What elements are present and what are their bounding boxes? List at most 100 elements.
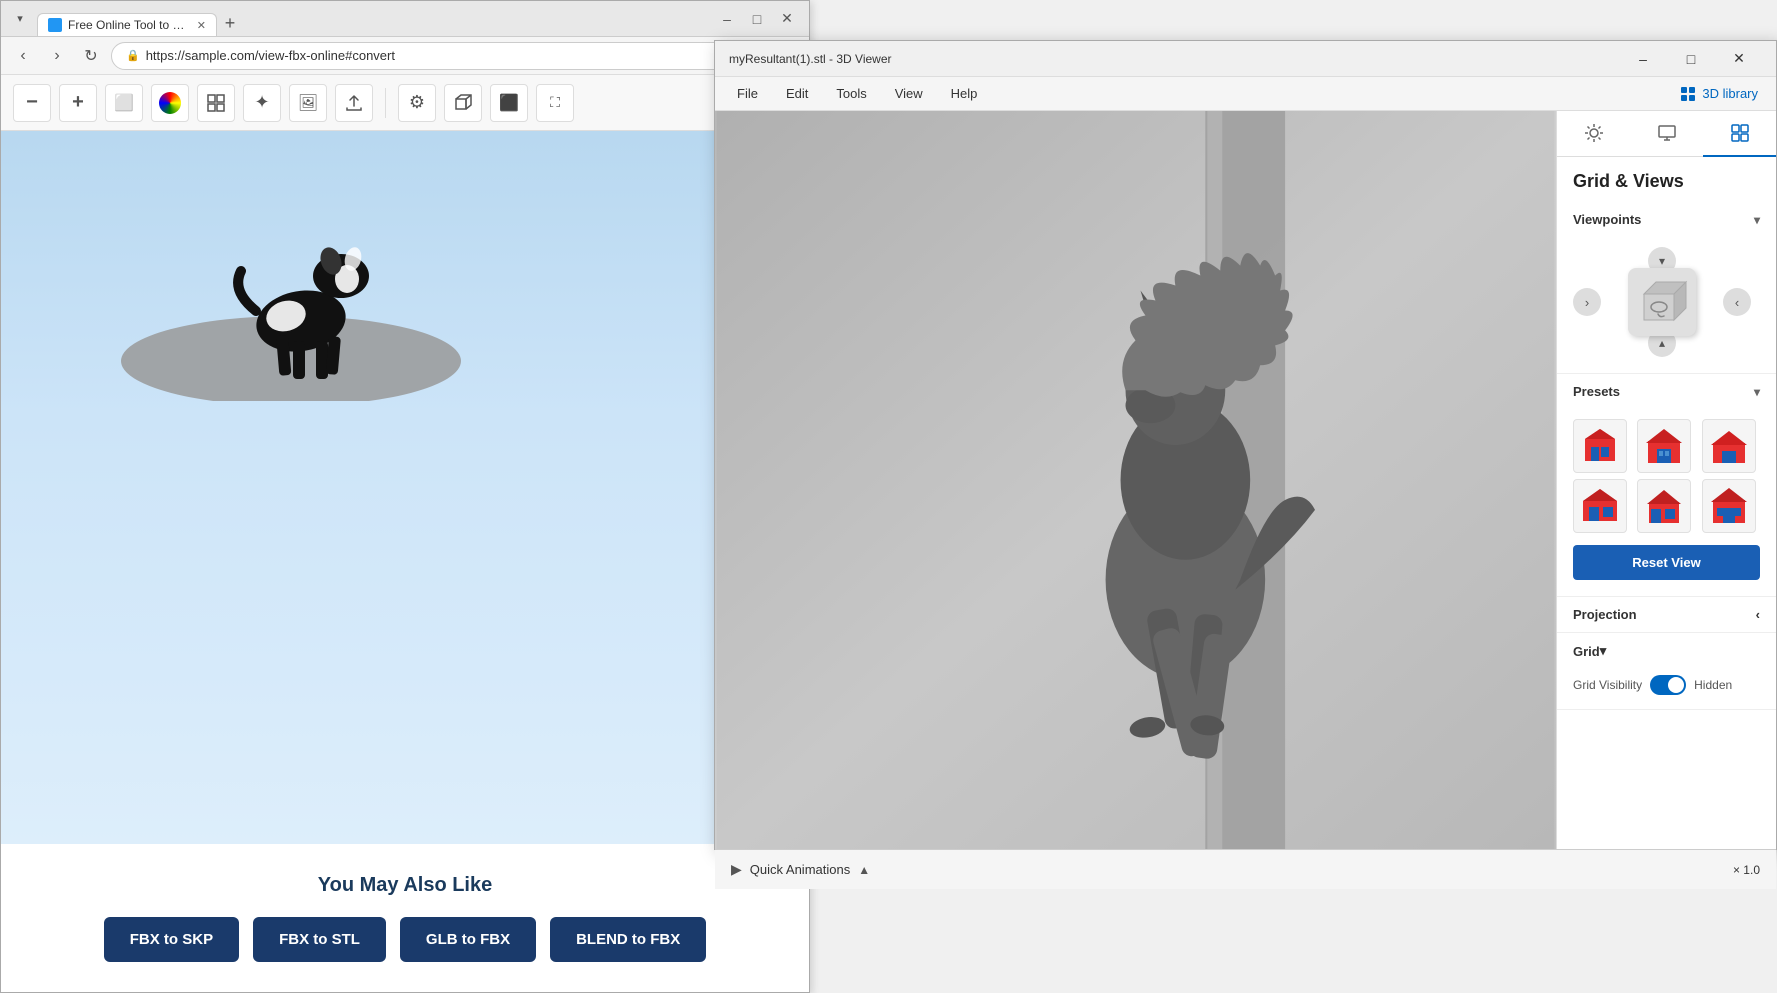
settings-btn[interactable]: ⚙ bbox=[398, 84, 436, 122]
preset-house-3-svg bbox=[1708, 425, 1750, 467]
menu-view[interactable]: View bbox=[883, 82, 935, 105]
scene-canvas[interactable] bbox=[1, 131, 809, 844]
address-text: https://sample.com/view-fbx-online#conve… bbox=[146, 48, 395, 63]
projection-header[interactable]: Projection ‹ bbox=[1557, 597, 1776, 632]
presets-chevron: ▾ bbox=[1754, 385, 1760, 399]
preset-item-1[interactable] bbox=[1573, 419, 1627, 473]
browser-tab-area: Free Online Tool to View 3D F8... ✕ + bbox=[37, 1, 707, 36]
viewpoints-label: Viewpoints bbox=[1573, 212, 1641, 227]
address-bar[interactable]: 🔒 https://sample.com/view-fbx-online#con… bbox=[111, 42, 801, 70]
quick-animations-icon: ▶ bbox=[731, 861, 742, 878]
viewpoints-chevron: ▾ bbox=[1754, 213, 1760, 227]
browser-window: ▾ Free Online Tool to View 3D F8... ✕ + … bbox=[0, 0, 810, 993]
lock-icon: 🔒 bbox=[126, 49, 140, 62]
menu-tools[interactable]: Tools bbox=[824, 82, 878, 105]
viewer-titlebar: myResultant(1).stl - 3D Viewer – □ ✕ bbox=[715, 41, 1776, 77]
projection-label: Projection bbox=[1573, 607, 1637, 622]
back-btn[interactable]: ‹ bbox=[9, 42, 37, 70]
nav-cube[interactable] bbox=[1628, 268, 1696, 336]
3d-library-btn[interactable]: 3D library bbox=[1672, 82, 1766, 106]
viewer-body: Grid & Views Viewpoints ▾ › ▾ ▴ bbox=[715, 111, 1776, 849]
projection-section: Projection ‹ bbox=[1557, 597, 1776, 633]
fullscreen-btn[interactable]: ⛶ bbox=[536, 84, 574, 122]
forward-btn[interactable]: › bbox=[43, 42, 71, 70]
preset-item-3[interactable] bbox=[1702, 419, 1756, 473]
preset-house-5-svg bbox=[1643, 485, 1685, 527]
fbx-to-skp-btn[interactable]: FBX to SKP bbox=[104, 917, 239, 962]
viewpoints-section: Viewpoints ▾ › ▾ ▴ bbox=[1557, 202, 1776, 374]
presets-section: Presets ▾ bbox=[1557, 374, 1776, 597]
reset-view-btn[interactable]: Reset View bbox=[1573, 545, 1760, 580]
frame-btn[interactable]: ⬜ bbox=[105, 84, 143, 122]
menu-file[interactable]: File bbox=[725, 82, 770, 105]
zoom-in-btn[interactable]: + bbox=[59, 84, 97, 122]
sun-icon bbox=[1584, 123, 1604, 143]
3d-library-icon bbox=[1680, 86, 1696, 102]
grid-section: Grid ▾ Grid Visibility Hidden bbox=[1557, 633, 1776, 710]
browser-tab-active[interactable]: Free Online Tool to View 3D F8... ✕ bbox=[37, 13, 217, 36]
grid-label: Grid bbox=[1573, 644, 1600, 659]
rec-buttons-row: FBX to SKP FBX to STL GLB to FBX BLEND t… bbox=[21, 917, 789, 962]
browser-minimize-btn[interactable]: – bbox=[713, 6, 741, 32]
panel-icon-monitor[interactable] bbox=[1630, 111, 1703, 157]
menu-edit[interactable]: Edit bbox=[774, 82, 820, 105]
perspective-btn[interactable]: ⬛ bbox=[490, 84, 528, 122]
view-cube-btn[interactable] bbox=[444, 84, 482, 122]
presets-grid bbox=[1573, 419, 1760, 533]
preset-house-6-svg bbox=[1708, 485, 1750, 527]
grid-btn[interactable] bbox=[197, 84, 235, 122]
panel-icon-sun[interactable] bbox=[1557, 111, 1630, 157]
3d-library-label: 3D library bbox=[1702, 86, 1758, 101]
recommendations-section: You May Also Like FBX to SKP FBX to STL … bbox=[1, 844, 809, 992]
grid-view-icon bbox=[1730, 123, 1750, 143]
browser-viewer-toolbar: − + ⬜ ✦ 🖼 ⚙ ⬛ ⛶ bbox=[1, 75, 809, 131]
viewer-app-title: myResultant(1).stl - 3D Viewer bbox=[729, 52, 1612, 66]
color-palette-btn[interactable] bbox=[151, 84, 189, 122]
recommendations-title: You May Also Like bbox=[21, 874, 789, 897]
viewer-maximize-btn[interactable]: □ bbox=[1668, 43, 1714, 75]
viewpoints-header[interactable]: Viewpoints ▾ bbox=[1557, 202, 1776, 237]
panel-icon-grid[interactable] bbox=[1703, 111, 1776, 157]
viewer-app-window: myResultant(1).stl - 3D Viewer – □ ✕ Fil… bbox=[714, 40, 1777, 850]
browser-titlebar: ▾ Free Online Tool to View 3D F8... ✕ + … bbox=[1, 1, 809, 37]
browser-toolbar: ‹ › ↻ 🔒 https://sample.com/view-fbx-onli… bbox=[1, 37, 809, 75]
viewer-win-controls: – □ ✕ bbox=[1620, 43, 1762, 75]
upload-btn[interactable] bbox=[335, 84, 373, 122]
tab-close-btn[interactable]: ✕ bbox=[197, 19, 206, 32]
tab-favicon bbox=[48, 18, 62, 32]
browser-maximize-btn[interactable]: □ bbox=[743, 6, 771, 32]
preset-item-6[interactable] bbox=[1702, 479, 1756, 533]
fbx-to-stl-btn[interactable]: FBX to STL bbox=[253, 917, 386, 962]
glb-to-fbx-btn[interactable]: GLB to FBX bbox=[400, 917, 536, 962]
dog-model bbox=[101, 161, 481, 401]
preset-item-2[interactable] bbox=[1637, 419, 1691, 473]
presets-header[interactable]: Presets ▾ bbox=[1557, 374, 1776, 409]
zoom-out-btn[interactable]: − bbox=[13, 84, 51, 122]
grid-visibility-toggle[interactable] bbox=[1650, 675, 1686, 695]
quick-animations-chevron[interactable]: ▲ bbox=[858, 863, 870, 877]
browser-close-btn[interactable]: ✕ bbox=[773, 6, 801, 32]
preset-item-5[interactable] bbox=[1637, 479, 1691, 533]
viewer-menubar: File Edit Tools View Help 3D library bbox=[715, 77, 1776, 111]
menu-help[interactable]: Help bbox=[939, 82, 990, 105]
preset-house-4-svg bbox=[1579, 485, 1621, 527]
nav-cube-svg bbox=[1636, 276, 1688, 328]
tab-dropdown-btn[interactable]: ▾ bbox=[9, 8, 31, 30]
grid-section-header[interactable]: Grid ▾ bbox=[1557, 633, 1776, 669]
viewer-minimize-btn[interactable]: – bbox=[1620, 43, 1666, 75]
browser-win-controls: – □ ✕ bbox=[713, 6, 801, 32]
model-area bbox=[715, 111, 1556, 849]
image-btn[interactable]: 🖼 bbox=[289, 84, 327, 122]
main-viewport[interactable] bbox=[715, 111, 1556, 849]
new-tab-btn[interactable]: + bbox=[217, 10, 243, 36]
viewer-close-btn[interactable]: ✕ bbox=[1716, 43, 1762, 75]
lighting-btn[interactable]: ✦ bbox=[243, 84, 281, 122]
grid-chevron: ▾ bbox=[1600, 643, 1607, 659]
grid-visibility-row: Grid Visibility Hidden bbox=[1557, 669, 1776, 709]
blend-to-fbx-btn[interactable]: BLEND to FBX bbox=[550, 917, 706, 962]
refresh-btn[interactable]: ↻ bbox=[77, 42, 105, 70]
tab-title: Free Online Tool to View 3D F8... bbox=[68, 18, 191, 32]
preset-item-4[interactable] bbox=[1573, 479, 1627, 533]
viewpoints-left-arrow[interactable]: › bbox=[1573, 288, 1601, 316]
viewpoints-right-arrow[interactable]: ‹ bbox=[1723, 288, 1751, 316]
